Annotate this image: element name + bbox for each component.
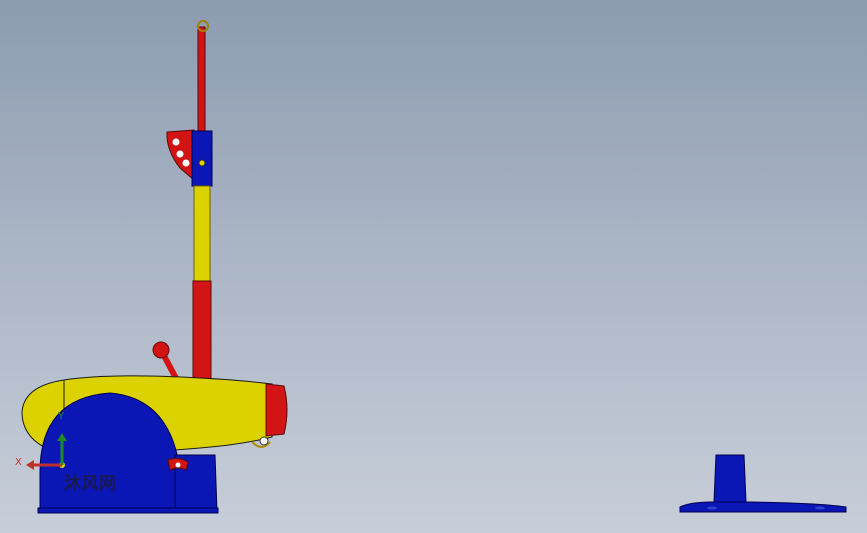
- separate-base-part[interactable]: [679, 454, 847, 513]
- bracket-hole: [172, 138, 180, 146]
- triad-x-arrowhead: [26, 460, 34, 470]
- model-scene[interactable]: [0, 0, 867, 533]
- watermark-text: 沐风网: [64, 474, 117, 494]
- graphics-viewport[interactable]: X Y 沐风网: [0, 0, 867, 533]
- barrel-muzzle: [265, 383, 288, 437]
- bracket-hole: [182, 159, 190, 167]
- triad-x-label: X: [15, 457, 22, 468]
- bracket-hole: [176, 150, 184, 158]
- pole-clamp: [191, 130, 213, 187]
- vertical-pole[interactable]: [166, 20, 213, 382]
- triad-y-label: Y: [58, 411, 65, 422]
